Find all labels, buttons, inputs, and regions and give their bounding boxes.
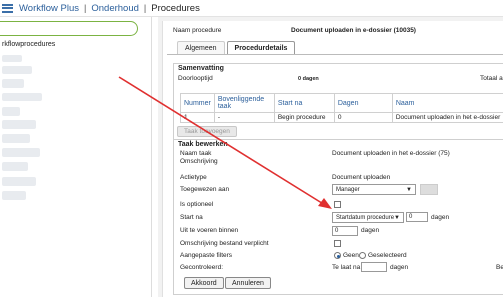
total-label: Totaal a — [480, 75, 503, 82]
blurred-item — [2, 55, 22, 62]
blurred-item — [2, 66, 32, 74]
late-label: Te laat na — [332, 264, 361, 271]
cell-naam: Document uploaden in het e-dossier — [391, 112, 503, 123]
sidebar-title: rkflowprocedures — [2, 41, 56, 48]
sidebar-search-input[interactable] — [0, 21, 138, 36]
cancel-button[interactable]: Annuleren — [225, 277, 271, 289]
optional-checkbox[interactable] — [334, 201, 341, 208]
assigned-select-value: Manager — [336, 186, 360, 193]
late-unit: dagen — [390, 264, 409, 271]
assigned-select[interactable]: Manager ▼ — [332, 184, 416, 195]
blurred-item — [2, 177, 36, 186]
radio-selected[interactable] — [359, 252, 366, 259]
top-bar: Workflow Plus | Onderhoud | Procedures — [0, 0, 503, 17]
blurred-item — [2, 191, 26, 200]
lead-time-label: Doorlooptijd — [178, 75, 213, 82]
late-input[interactable] — [361, 262, 387, 272]
checked-label: Gecontroleerd: — [180, 264, 223, 271]
desc-required-checkbox[interactable] — [334, 240, 341, 247]
start-after-days-value: 0 — [409, 214, 413, 220]
desc-required-label: Omschrijving bestand verplicht — [180, 240, 269, 247]
breadcrumb-separator: | — [84, 3, 87, 13]
chevron-down-icon: ▼ — [406, 187, 412, 193]
col-bovenliggende-taak[interactable]: Bovenliggende taak — [213, 93, 275, 113]
custom-filters-label: Aangepaste filters — [180, 252, 233, 259]
summary-title: Samenvatting — [178, 65, 224, 72]
radio-none-label: Geen — [343, 252, 359, 259]
within-input[interactable]: 0 — [332, 226, 358, 236]
lead-time-value: 0 dagen — [298, 76, 319, 82]
start-after-select[interactable]: Startdatum procedure ▼ — [332, 212, 404, 223]
breadcrumb-separator: | — [143, 3, 147, 13]
edit-task-title: Taak bewerken — [178, 141, 228, 148]
add-task-button[interactable]: Taak toevoegen — [177, 126, 237, 137]
assigned-extra-button[interactable] — [420, 184, 438, 195]
blurred-item — [2, 120, 36, 129]
action-type-value: Document uploaden — [332, 174, 391, 181]
cell-dagen: 0 — [333, 112, 393, 123]
blurred-item — [2, 162, 28, 171]
sidebar: rkflowprocedures — [0, 17, 152, 297]
col-naam[interactable]: Naam — [391, 93, 503, 113]
start-after-days-input[interactable]: 0 — [406, 212, 428, 222]
chevron-down-icon: ▼ — [394, 215, 400, 221]
col-start-na[interactable]: Start na — [273, 93, 335, 113]
breadcrumb-onderhoud[interactable]: Onderhoud — [91, 3, 139, 14]
assigned-label: Toegewezen aan — [180, 186, 230, 193]
blurred-item — [2, 107, 20, 116]
menu-icon[interactable] — [2, 3, 13, 13]
col-dagen[interactable]: Dagen — [333, 93, 393, 113]
radio-none[interactable] — [334, 252, 341, 259]
blurred-item — [2, 134, 30, 143]
procedure-name-value: Document uploaden in e-dossier (10035) — [291, 27, 416, 34]
tab-bar: Algemeen Procedurdetails — [177, 41, 297, 54]
within-value: 0 — [335, 228, 339, 234]
procedure-name-label: Naam procedure — [173, 27, 222, 34]
radio-selected-label: Geselecteerd — [368, 252, 407, 259]
main-area: Naam procedure Document uploaden in e-do… — [158, 17, 503, 297]
procedure-panel: Naam procedure Document uploaden in e-do… — [162, 21, 503, 297]
action-type-label: Actietype — [180, 174, 207, 181]
approve-button[interactable]: Akkoord — [184, 277, 224, 289]
start-after-label: Start na — [180, 214, 203, 221]
tab-algemeen[interactable]: Algemeen — [177, 41, 225, 54]
within-unit: dagen — [361, 227, 380, 234]
cell-bovenliggende-taak: - — [213, 112, 275, 123]
steps-table: Nummer Bovenliggende taak Start na Dagen… — [180, 93, 503, 123]
edit-task-section: Taak bewerken Naam taak Document uploade… — [173, 139, 503, 295]
optional-label: Is optioneel — [180, 201, 214, 208]
right-cut-label: Be — [496, 264, 503, 271]
start-after-days-unit: dagen — [431, 214, 450, 221]
task-name-label: Naam taak — [180, 150, 212, 157]
cell-nummer: 1 — [180, 112, 215, 123]
description-label: Omschrijving — [180, 158, 218, 165]
breadcrumb-procedures: Procedures — [151, 2, 200, 14]
tab-divider — [167, 54, 503, 55]
cell-start-na: Begin procedure — [273, 112, 335, 123]
blurred-item — [2, 148, 40, 157]
within-label: Uit te voeren binnen — [180, 227, 239, 234]
task-name-value: Document uploaden in het e-dossier (75) — [332, 150, 450, 157]
blurred-item — [2, 93, 42, 101]
table-row[interactable]: 1 - Begin procedure 0 Document uploaden … — [180, 112, 503, 123]
tab-procedurdetails[interactable]: Procedurdetails — [226, 41, 296, 54]
blurred-item — [2, 79, 24, 88]
breadcrumb-workflow-plus[interactable]: Workflow Plus — [19, 3, 79, 14]
start-after-select-value: Startdatum procedure — [336, 214, 395, 221]
col-nummer[interactable]: Nummer — [180, 93, 215, 113]
